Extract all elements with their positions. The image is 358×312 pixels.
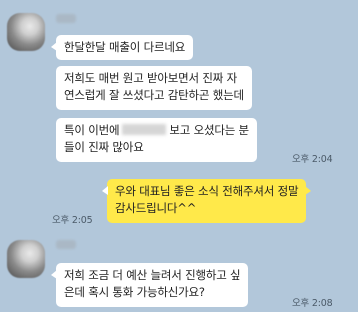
redacted-text	[122, 124, 167, 135]
outgoing-message-bubble[interactable]: 우와 대표님 좋은 소식 전해주셔서 정말 감사드립니다^^	[101, 179, 312, 223]
message-text-line: 저희 조금 더 예산 늘려서 진행하고 싶	[64, 268, 241, 282]
sender-name-redacted	[56, 240, 76, 249]
incoming-message-bubble[interactable]: 저희 조금 더 예산 늘려서 진행하고 싶 은데 혹시 통화 가능하신가요?	[50, 263, 249, 307]
incoming-message-bubble[interactable]: 특이 이번에 보고 오셨다는 분 들이 진짜 많아요	[56, 118, 257, 162]
avatar[interactable]	[7, 240, 45, 278]
message-text-line: 연스럽게 잘 쓰셨다고 감탄하곤 했는데	[64, 88, 244, 102]
message-text-line: 우와 대표님 좋은 소식 전해주셔서 정말	[115, 184, 299, 198]
message-text-line: 은데 혹시 통화 가능하신가요?	[64, 285, 205, 299]
sender-name-redacted	[56, 14, 76, 23]
avatar[interactable]	[7, 13, 45, 51]
message-text-line: 감사드립니다^^	[115, 201, 197, 215]
message-text: 특이 이번에	[64, 123, 120, 137]
message-text: 한달한달 매출이 다르네요	[64, 40, 186, 54]
message-text-line: 들이 진짜 많아요	[64, 140, 144, 154]
message-timestamp: 오후 2:04	[292, 154, 333, 165]
incoming-message-bubble[interactable]: 저희도 매번 원고 받아보면서 진짜 자 연스럽게 잘 쓰셨다고 감탄하곤 했는…	[56, 66, 252, 110]
message-text-line: 저희도 매번 원고 받아보면서 진짜 자	[64, 71, 237, 85]
message-timestamp: 오후 2:08	[292, 298, 333, 309]
message-text: 보고 오셨다는 분	[169, 123, 249, 137]
message-timestamp: 오후 2:05	[52, 215, 93, 226]
incoming-message-bubble[interactable]: 한달한달 매출이 다르네요	[50, 35, 194, 60]
